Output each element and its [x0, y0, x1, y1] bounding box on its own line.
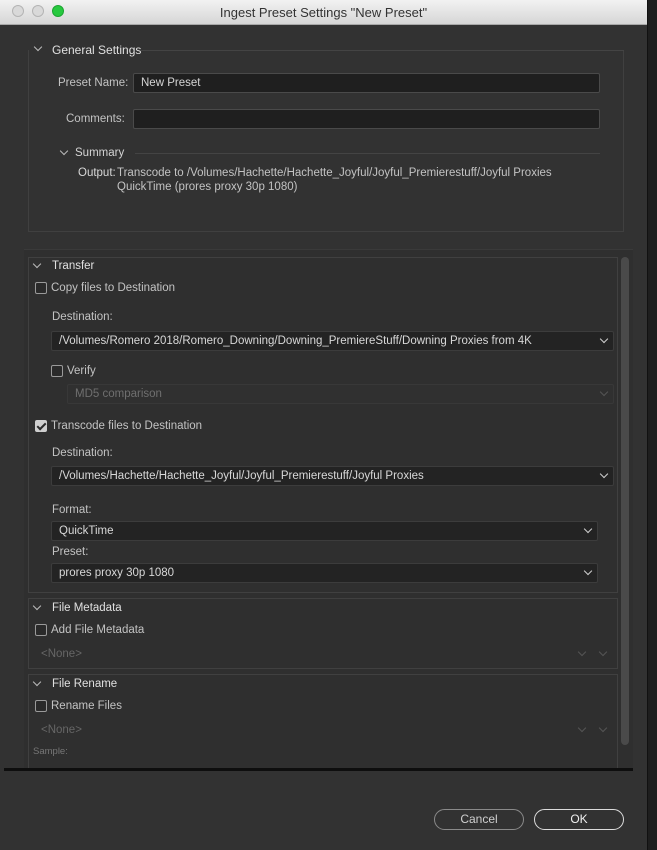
chevron-down-icon — [583, 524, 593, 534]
preset-name-label: Preset Name: — [58, 77, 129, 89]
file-rename-heading[interactable]: File Rename — [52, 678, 117, 690]
verify-checkbox[interactable] — [51, 365, 63, 377]
sample-label: Sample: — [33, 746, 68, 757]
transcode-destination-value: /Volumes/Hachette/Hachette_Joyful/Joyful… — [59, 470, 424, 482]
preset-dropdown[interactable]: prores proxy 30p 1080 — [51, 563, 598, 583]
rename-files-label[interactable]: Rename Files — [51, 700, 122, 712]
output-destination-text: Transcode to /Volumes/Hachette/Hachette_… — [117, 167, 552, 179]
section-divider — [140, 50, 624, 51]
window-title: Ingest Preset Settings "New Preset" — [219, 5, 428, 20]
comments-label: Comments: — [66, 113, 125, 125]
copy-destination-dropdown[interactable]: /Volumes/Romero 2018/Romero_Downing/Down… — [51, 331, 614, 351]
verify-method-value: MD5 comparison — [75, 388, 162, 400]
transcode-files-label[interactable]: Transcode files to Destination — [51, 420, 202, 432]
chevron-down-icon — [599, 334, 609, 344]
verify-method-dropdown: MD5 comparison — [67, 384, 614, 404]
ok-button[interactable]: OK — [534, 809, 624, 830]
format-label: Format: — [52, 504, 92, 516]
copy-destination-label: Destination: — [52, 311, 113, 323]
scrollbar-thumb[interactable] — [621, 257, 629, 745]
content-bottom-edge — [4, 768, 633, 771]
summary-heading[interactable]: Summary — [75, 147, 124, 159]
add-file-metadata-checkbox[interactable] — [35, 624, 47, 636]
copy-files-checkbox[interactable] — [35, 282, 47, 294]
copy-files-label[interactable]: Copy files to Destination — [51, 282, 175, 294]
transcode-files-checkbox[interactable] — [35, 420, 47, 432]
preset-value: prores proxy 30p 1080 — [59, 567, 175, 579]
format-value: QuickTime — [59, 525, 114, 537]
output-format-text: QuickTime (prores proxy 30p 1080) — [117, 181, 298, 193]
transcode-destination-dropdown[interactable]: /Volumes/Hachette/Hachette_Joyful/Joyful… — [51, 466, 614, 486]
copy-destination-value: /Volumes/Romero 2018/Romero_Downing/Down… — [59, 335, 532, 347]
rename-template-value: <None> — [41, 724, 82, 736]
comments-field[interactable] — [133, 109, 600, 129]
chevron-down-icon — [599, 469, 609, 479]
chevron-down-icon — [583, 566, 593, 576]
chevron-down-icon — [599, 387, 609, 397]
format-dropdown[interactable]: QuickTime — [51, 521, 598, 541]
verify-label[interactable]: Verify — [67, 365, 96, 377]
preset-label: Preset: — [52, 546, 89, 558]
add-file-metadata-label[interactable]: Add File Metadata — [51, 624, 144, 636]
metadata-template-value: <None> — [41, 648, 82, 660]
dialog-window: Ingest Preset Settings "New Preset" Gene… — [0, 0, 648, 850]
file-metadata-heading[interactable]: File Metadata — [52, 602, 122, 614]
summary-divider — [135, 153, 600, 154]
preset-name-field[interactable] — [133, 73, 600, 93]
output-label: Output: — [78, 167, 116, 179]
transcode-destination-label: Destination: — [52, 447, 113, 459]
title-bar: Ingest Preset Settings "New Preset" — [0, 0, 647, 25]
rename-files-checkbox[interactable] — [35, 700, 47, 712]
cancel-button[interactable]: Cancel — [434, 809, 524, 830]
